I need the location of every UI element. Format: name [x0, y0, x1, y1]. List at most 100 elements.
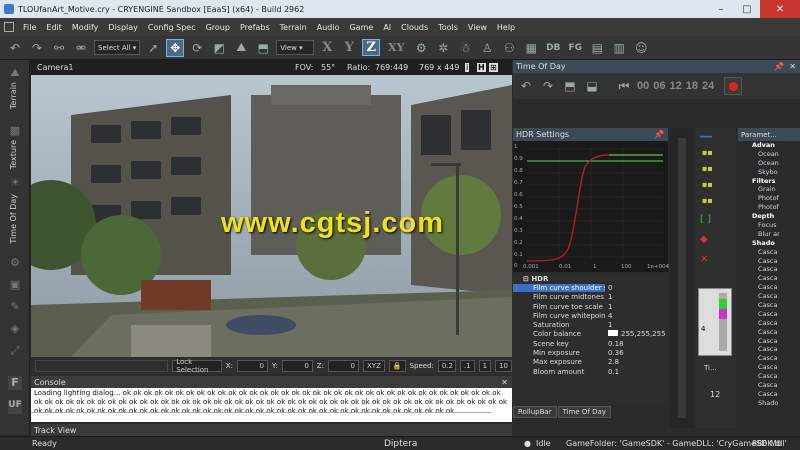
- db-icon[interactable]: DB: [544, 39, 562, 57]
- hour-12[interactable]: 12: [670, 80, 682, 92]
- menu-file[interactable]: File: [18, 23, 41, 32]
- parameter-row[interactable]: Casca: [738, 372, 800, 381]
- redo-icon[interactable]: ↷: [28, 39, 46, 57]
- hour-24[interactable]: 24: [702, 80, 714, 92]
- network-icon[interactable]: ⚇: [500, 39, 518, 57]
- parameter-row[interactable]: Focus: [738, 221, 800, 230]
- info-icon[interactable]: i: [465, 63, 470, 72]
- menu-game[interactable]: Game: [344, 23, 378, 32]
- unlink-icon[interactable]: ⚮: [72, 39, 90, 57]
- object-snap-icon[interactable]: ⬒: [254, 39, 272, 57]
- hdr-curve-graph[interactable]: 1 0.9 0.8 0.7 0.6 0.5 0.4 0.3 0.2 0.1 0 …: [513, 141, 669, 272]
- parameter-row[interactable]: Casca: [738, 390, 800, 399]
- menu-terrain[interactable]: Terrain: [275, 23, 312, 32]
- tab-terrain[interactable]: Terrain: [9, 82, 18, 109]
- menu-help[interactable]: Help: [492, 23, 520, 32]
- terrain-editor-icon[interactable]: ▥: [610, 39, 628, 57]
- parameters-list[interactable]: Advan Ocean Ocean Skybo Filters Grain Photof Ph…: [738, 141, 800, 408]
- texture-icon[interactable]: ▩: [8, 124, 22, 138]
- rotate-icon[interactable]: ⟳: [188, 39, 206, 57]
- close-button[interactable]: ✕: [760, 0, 800, 18]
- menu-edit[interactable]: Edit: [41, 23, 67, 32]
- palette-node-icon[interactable]: ▪▪: [702, 148, 713, 157]
- tod-import-icon[interactable]: ⬒: [561, 77, 579, 95]
- character-icon[interactable]: ☃: [456, 39, 474, 57]
- pin-icon[interactable]: 📌: [774, 62, 784, 71]
- speed-1-button[interactable]: 1: [478, 359, 492, 372]
- grid-icon[interactable]: ▦: [522, 39, 540, 57]
- color-swatch[interactable]: [608, 330, 618, 337]
- camera-name[interactable]: Camera1: [37, 63, 73, 72]
- hour-00[interactable]: 00: [637, 80, 649, 92]
- ai-icon[interactable]: ✲: [434, 39, 452, 57]
- grid-toggle-icon[interactable]: ⊞: [489, 63, 498, 72]
- uf-icon[interactable]: UF: [8, 400, 22, 414]
- prop-row[interactable]: Color balance 255,255,255: [513, 330, 668, 339]
- prop-row[interactable]: Saturation 1: [513, 320, 668, 329]
- record-button[interactable]: [724, 77, 743, 95]
- axis-y-button[interactable]: Y: [340, 40, 358, 55]
- parameter-row[interactable]: Casca: [738, 257, 800, 266]
- tod-redo-icon[interactable]: ↷: [539, 77, 557, 95]
- link-icon[interactable]: ⚯: [50, 39, 68, 57]
- menu-group[interactable]: Group: [201, 23, 235, 32]
- prop-row[interactable]: Scene key 0.18: [513, 339, 668, 348]
- menu-audio[interactable]: Audio: [312, 23, 345, 32]
- menu-clouds[interactable]: Clouds: [396, 23, 433, 32]
- tod-undo-icon[interactable]: ↶: [517, 77, 535, 95]
- settings-icon[interactable]: ⚙: [8, 256, 22, 270]
- menu-prefabs[interactable]: Prefabs: [235, 23, 275, 32]
- menu-view[interactable]: View: [463, 23, 492, 32]
- console-input[interactable]: [31, 412, 491, 421]
- parameter-row[interactable]: Ocean: [738, 159, 800, 168]
- tab-time-of-day-bottom[interactable]: Time Of Day: [557, 406, 611, 418]
- speed-01-button[interactable]: .1: [459, 359, 475, 372]
- scrollbar-track[interactable]: [678, 138, 686, 418]
- parameter-row[interactable]: Shado: [738, 399, 800, 408]
- parameter-row[interactable]: Grain: [738, 185, 800, 194]
- prop-row[interactable]: Film curve midtones scale1: [513, 293, 668, 302]
- tod-export-icon[interactable]: ⬓: [583, 77, 601, 95]
- scroll-column[interactable]: [670, 128, 694, 428]
- tab-time-of-day[interactable]: Time Of Day: [9, 194, 18, 244]
- parameter-row[interactable]: Casca: [738, 381, 800, 390]
- hdr-group-header[interactable]: ⊟ HDR: [513, 274, 668, 283]
- nodes-icon[interactable]: ◈: [8, 322, 22, 336]
- brush-icon[interactable]: ✎: [8, 300, 22, 314]
- helpers-icon[interactable]: H: [477, 63, 486, 72]
- xyz-button[interactable]: XYZ: [363, 359, 385, 372]
- x-coordinate-field[interactable]: 0: [236, 359, 268, 372]
- parameter-row[interactable]: Casca: [738, 274, 800, 283]
- prop-row[interactable]: Film curve shoulder scale0: [513, 283, 668, 292]
- palette-red-icon[interactable]: ◆: [700, 234, 708, 245]
- terrain-snap-icon[interactable]: ⛰: [232, 39, 250, 57]
- scale-icon[interactable]: ◩: [210, 39, 228, 57]
- parameter-row[interactable]: Casca: [738, 345, 800, 354]
- palette-node3-icon[interactable]: ▪▪: [702, 180, 713, 189]
- prop-row[interactable]: Min exposure 0.36: [513, 348, 668, 357]
- parameter-row[interactable]: Casca: [738, 354, 800, 363]
- parameter-group[interactable]: Shado: [738, 239, 800, 248]
- panel-close-icon[interactable]: ✕: [789, 62, 796, 71]
- menu-display[interactable]: Display: [103, 23, 143, 32]
- parameter-row[interactable]: Casca: [738, 363, 800, 372]
- parameter-row[interactable]: Casca: [738, 292, 800, 301]
- parameter-row[interactable]: Photof: [738, 194, 800, 203]
- parameter-row[interactable]: Casca: [738, 337, 800, 346]
- hdr-pin-icon[interactable]: 📌: [654, 130, 664, 139]
- prop-row[interactable]: Bloom amount 0.1: [513, 367, 668, 376]
- undo-icon[interactable]: ↶: [6, 39, 24, 57]
- viewport-3d[interactable]: www.cgtsj.com: [31, 75, 512, 357]
- minimize-button[interactable]: –: [708, 0, 734, 18]
- axis-x-button[interactable]: X: [318, 40, 336, 55]
- parameter-row[interactable]: Photof: [738, 203, 800, 212]
- mannequin-icon[interactable]: ☺: [632, 39, 650, 57]
- menu-ai[interactable]: AI: [378, 23, 396, 32]
- console-close-icon[interactable]: ✕: [501, 378, 508, 387]
- tab-rollupbar[interactable]: RollupBar: [513, 406, 557, 418]
- hour-06[interactable]: 06: [653, 80, 665, 92]
- slider-control[interactable]: 4: [698, 288, 732, 356]
- prop-row[interactable]: Film curve toe scale 1: [513, 302, 668, 311]
- select-arrow-icon[interactable]: ➚: [144, 39, 162, 57]
- tod-play-icon[interactable]: ⏮: [615, 77, 633, 95]
